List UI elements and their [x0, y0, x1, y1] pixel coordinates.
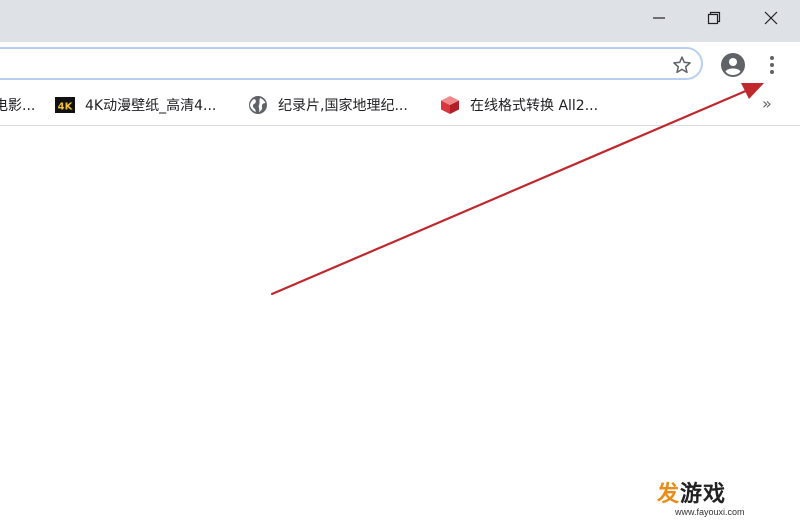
- bookmark-star-button[interactable]: [670, 53, 694, 77]
- profile-button[interactable]: [720, 52, 746, 78]
- restore-icon: [707, 11, 721, 25]
- bookmark-label: 纪录片,国家地理纪...: [278, 98, 408, 114]
- bookmark-star-icon: [673, 56, 691, 74]
- bookmark-item[interactable]: 电影...: [0, 93, 35, 117]
- bookmarks-bar: 电影... 4K 4K动漫壁纸_高清4... 纪录片,国家地理纪... 在线格式…: [0, 86, 800, 126]
- watermark-logo: 发游戏 www.fayouxi.com: [657, 482, 757, 520]
- bookmark-item[interactable]: 在线格式转换 All2...: [440, 93, 598, 117]
- watermark-url: www.fayouxi.com: [675, 507, 745, 517]
- cube-icon: [441, 96, 459, 114]
- restore-button[interactable]: [685, 0, 743, 36]
- minimize-icon: [653, 17, 665, 19]
- minimize-button[interactable]: [630, 0, 688, 36]
- watermark-text: 发游戏: [657, 482, 727, 507]
- close-button[interactable]: [742, 0, 800, 36]
- bookmark-label: 4K动漫壁纸_高清4...: [85, 98, 217, 114]
- profile-avatar-icon: [721, 53, 745, 77]
- 4k-logo-icon: 4K: [55, 97, 75, 113]
- svg-text:4K: 4K: [58, 102, 74, 113]
- bookmark-item[interactable]: 4K 4K动漫壁纸_高清4...: [55, 93, 216, 117]
- bookmark-item[interactable]: 纪录片,国家地理纪...: [248, 93, 408, 117]
- close-icon: [764, 11, 778, 25]
- browser-menu-button[interactable]: [760, 52, 784, 78]
- bookmark-label: 在线格式转换 All2...: [470, 98, 599, 114]
- kebab-menu-icon: [770, 56, 774, 74]
- bookmarks-overflow-button[interactable]: »: [762, 94, 772, 113]
- title-bar: [0, 0, 800, 42]
- globe-icon: [249, 96, 267, 114]
- bookmark-label: 电影...: [0, 98, 36, 114]
- address-bar[interactable]: [0, 47, 703, 80]
- browser-toolbar: [0, 42, 800, 86]
